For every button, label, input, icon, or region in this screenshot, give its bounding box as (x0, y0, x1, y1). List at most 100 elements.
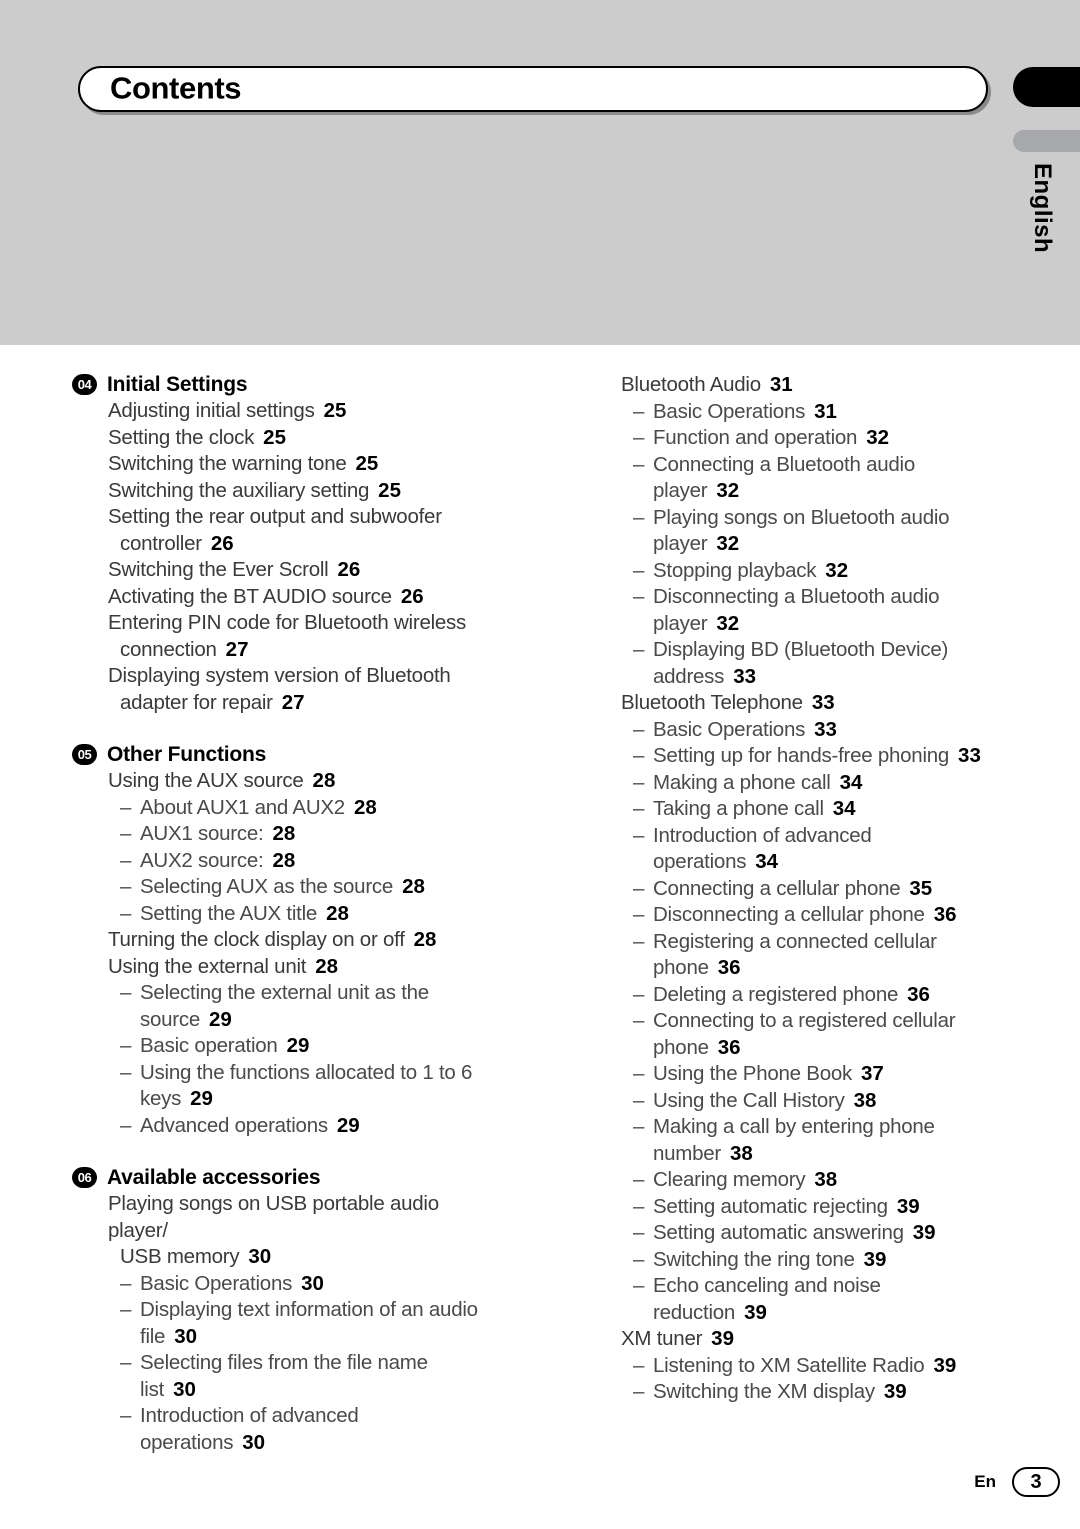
bullet-dash-icon: – (633, 399, 645, 423)
bullet-dash-icon: – (120, 1351, 132, 1374)
toc-entry[interactable]: Setting the rear output and subwoofer con… (72, 504, 502, 557)
toc-entry-label: About AUX1 and AUX2 (140, 795, 345, 819)
toc-subentry[interactable]: – Disconnecting a cellular phone 36 (585, 902, 1015, 929)
toc-entry[interactable]: Bluetooth Telephone 33 (585, 690, 1015, 717)
toc-entry[interactable]: Using the external unit 28 (72, 954, 502, 981)
toc-entry[interactable]: Switching the warning tone 25 (72, 451, 502, 478)
toc-subentry[interactable]: – Function and operation 32 (585, 425, 1015, 452)
toc-entry-label: player (653, 532, 708, 555)
toc-entry-label: file (140, 1324, 166, 1348)
toc-entry[interactable]: Adjusting initial settings 25 (72, 398, 502, 425)
toc-subentry[interactable]: – Playing songs on Bluetooth audio player 3… (585, 505, 1015, 558)
toc-entry[interactable]: Switching the Ever Scroll 26 (72, 557, 502, 584)
toc-page-number: 38 (814, 1168, 838, 1191)
bullet-dash-icon: – (120, 822, 132, 845)
toc-subentry[interactable]: – Displaying BD (Bluetooth Device) address… (585, 637, 1015, 690)
bullet-dash-icon: – (633, 744, 645, 767)
bullet-dash-icon: – (633, 717, 645, 741)
toc-subentry[interactable]: – Basic Operations 33 (585, 717, 1015, 744)
toc-entry[interactable]: Entering PIN code for Bluetooth wireless… (72, 610, 502, 663)
toc-subentry[interactable]: – Disconnecting a Bluetooth audio player 32 (585, 584, 1015, 637)
toc-page-number: 33 (814, 717, 837, 741)
bullet-dash-icon: – (633, 903, 645, 926)
toc-subentry[interactable]: – Selecting AUX as the source 28 (72, 874, 502, 901)
toc-subentry[interactable]: – Connecting to a registered cellular phon… (585, 1008, 1015, 1061)
toc-subentry[interactable]: – Setting automatic rejecting 39 (585, 1194, 1015, 1221)
toc-entry-label: Disconnecting a cellular phone (653, 903, 925, 926)
toc-page-number: 39 (744, 1300, 767, 1324)
toc-chapter-heading[interactable]: 05 Other Functions (72, 742, 502, 767)
toc-page-number: 38 (853, 1088, 877, 1112)
toc-entry-label: Basic Operations (140, 1271, 293, 1295)
toc-entry[interactable]: Switching the auxiliary setting 25 (72, 478, 502, 505)
page-title: Contents (110, 70, 242, 106)
toc-subentry[interactable]: – Stopping playback 32 (585, 558, 1015, 585)
toc-entry-label: phone (653, 956, 709, 979)
chapter-number-badge: 05 (72, 744, 97, 765)
toc-subentry[interactable]: – Setting up for hands-free phoning 33 (585, 743, 1015, 770)
toc-entry-label: Function and operation (653, 426, 858, 449)
toc-entry-label: Connecting a Bluetooth audio (653, 452, 915, 476)
toc-subentry[interactable]: – Introduction of advanced operations 34 (585, 823, 1015, 876)
toc-page-number: 30 (301, 1271, 324, 1295)
table-of-contents: 04 Initial Settings Adjusting initial sett… (0, 372, 1080, 1454)
toc-subentry[interactable]: – Making a call by entering phone number 38 (585, 1114, 1015, 1167)
toc-subentry[interactable]: – Registering a connected cellular phone 36 (585, 929, 1015, 982)
toc-entry[interactable]: Bluetooth Audio 31 (585, 372, 1015, 399)
toc-entry-label: keys (140, 1087, 182, 1110)
toc-subentry[interactable]: – Connecting a Bluetooth audio player 32 (585, 452, 1015, 505)
toc-subentry[interactable]: – Introduction of advanced operations 30 (72, 1403, 502, 1456)
toc-subentry[interactable]: – Selecting the external unit as the sourc… (72, 980, 502, 1033)
toc-subentry[interactable]: – Using the Call History 38 (585, 1088, 1015, 1115)
toc-subentry[interactable]: – Switching the ring tone 39 (585, 1247, 1015, 1274)
toc-entry-label: Stopping playback (653, 558, 817, 582)
toc-entry-label: Introduction of advanced (140, 1404, 359, 1427)
toc-chapter-heading[interactable]: 06 Available accessories (72, 1165, 502, 1190)
toc-subentry[interactable]: – Using the Phone Book 37 (585, 1061, 1015, 1088)
toc-entry-wrapped-line: keys 29 (140, 1086, 502, 1113)
toc-entry-label: player (653, 479, 708, 502)
toc-subentry[interactable]: – Basic operation 29 (72, 1033, 502, 1060)
toc-page-number: 30 (248, 1245, 272, 1268)
toc-entry-wrapped-line: address 33 (653, 664, 1015, 691)
toc-subentry[interactable]: – Using the functions allocated to 1 to 6… (72, 1060, 502, 1113)
toc-subentry[interactable]: – Deleting a registered phone 36 (585, 982, 1015, 1009)
toc-subentry[interactable]: – Advanced operations 29 (72, 1113, 502, 1140)
toc-chapter-heading[interactable]: 04 Initial Settings (72, 372, 502, 397)
toc-subentry[interactable]: – Clearing memory 38 (585, 1167, 1015, 1194)
toc-column-right: Bluetooth Audio 31– Basic Operations 31– Fun… (585, 372, 1015, 1406)
toc-subentry[interactable]: – AUX2 source: 28 (72, 848, 502, 875)
toc-entry[interactable]: Displaying system version of Bluetooth ad… (72, 663, 502, 716)
toc-entry[interactable]: Playing songs on USB portable audio play… (72, 1191, 502, 1271)
toc-entry[interactable]: Activating the BT AUDIO source 26 (72, 584, 502, 611)
toc-subentry[interactable]: – Echo canceling and noise reduction 39 (585, 1273, 1015, 1326)
toc-subentry[interactable]: – About AUX1 and AUX2 28 (72, 795, 502, 822)
toc-entry-label: Adjusting initial settings (108, 399, 315, 422)
toc-entry[interactable]: Using the AUX source 28 (72, 768, 502, 795)
toc-subentry[interactable]: – Making a phone call 34 (585, 770, 1015, 797)
toc-page-number: 33 (811, 691, 835, 714)
toc-subentry[interactable]: – Basic Operations 30 (72, 1271, 502, 1298)
toc-subentry[interactable]: – Selecting files from the file name list 3… (72, 1350, 502, 1403)
bullet-dash-icon: – (633, 876, 645, 900)
toc-page-number: 36 (933, 903, 957, 926)
toc-page-number: 27 (281, 690, 305, 714)
bullet-dash-icon: – (120, 1060, 132, 1084)
toc-entry[interactable]: Setting the clock 25 (72, 425, 502, 452)
toc-subentry[interactable]: – Setting automatic answering 39 (585, 1220, 1015, 1247)
toc-subentry[interactable]: – AUX1 source: 28 (72, 821, 502, 848)
toc-subentry[interactable]: – Setting the AUX title 28 (72, 901, 502, 928)
toc-page-number: 28 (272, 822, 296, 845)
toc-subentry[interactable]: – Basic Operations 31 (585, 399, 1015, 426)
toc-subentry[interactable]: – Listening to XM Satellite Radio 39 (585, 1353, 1015, 1380)
toc-entry[interactable]: Turning the clock display on or off 28 (72, 927, 502, 954)
toc-entry[interactable]: XM tuner 39 (585, 1326, 1015, 1353)
toc-entry-label: Deleting a registered phone (653, 982, 899, 1006)
toc-subentry[interactable]: – Displaying text information of an audio… (72, 1297, 502, 1350)
toc-subentry[interactable]: – Switching the XM display 39 (585, 1379, 1015, 1406)
toc-page-number: 29 (336, 1113, 360, 1137)
toc-subentry[interactable]: – Taking a phone call 34 (585, 796, 1015, 823)
bullet-dash-icon: – (120, 1034, 132, 1057)
toc-subentry[interactable]: – Connecting a cellular phone 35 (585, 876, 1015, 903)
toc-entry-label: Setting the AUX title (140, 901, 318, 925)
